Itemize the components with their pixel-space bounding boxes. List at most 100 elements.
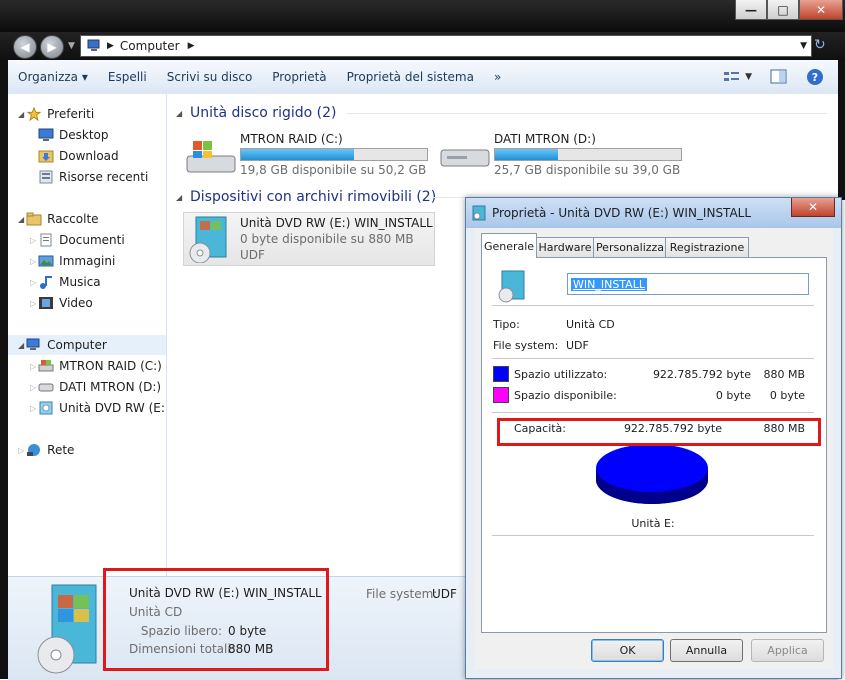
nav-item-drive-d[interactable]: ▷ DATI MTRON (D:) (30, 377, 161, 397)
dialog-close-button[interactable]: ✕ (791, 198, 835, 217)
minimize-button[interactable]: — (735, 0, 767, 20)
properties-button[interactable]: Proprietà (262, 70, 336, 84)
tab-generale[interactable]: Generale (481, 233, 537, 258)
volume-label-text: WIN_INSTALL (571, 277, 647, 291)
close-button[interactable]: ✕ (799, 0, 843, 20)
details-fs-label: File system: (366, 587, 438, 601)
more-commands-button[interactable]: » (484, 70, 511, 84)
drive-file-system: UDF (240, 248, 265, 262)
used-space-label: Spazio utilizzato: (514, 368, 608, 381)
free-space-size: 0 byte (769, 389, 805, 402)
tab-hardware[interactable]: Hardware (535, 237, 595, 257)
view-dropdown-icon[interactable]: ▼ (745, 72, 752, 82)
cancel-button[interactable]: Annulla (670, 639, 743, 662)
volume-label-input[interactable]: WIN_INSTALL (567, 273, 809, 295)
separator (492, 305, 814, 306)
group-header-hard-drives[interactable]: Unità disco rigido (2) (190, 105, 336, 121)
type-label: Tipo: (493, 318, 520, 331)
highlight-box-details (103, 568, 329, 671)
title-bar (0, 0, 845, 32)
used-space-size: 880 MB (763, 368, 805, 381)
recent-pages-dropdown[interactable]: ▼ (68, 41, 75, 51)
music-icon (40, 276, 53, 289)
system-properties-button[interactable]: Proprietà del sistema (337, 70, 484, 84)
video-icon (39, 297, 54, 309)
highlight-box-capacity (497, 418, 821, 446)
nav-label: Computer (47, 338, 107, 352)
nav-item-music[interactable]: ▷ Musica (30, 272, 101, 292)
help-icon[interactable]: ? (806, 68, 824, 86)
preview-pane-icon[interactable] (770, 69, 788, 85)
view-options-icon[interactable] (723, 70, 741, 84)
nav-label: Desktop (59, 128, 109, 142)
caption-buttons: — □ ✕ (735, 0, 843, 20)
nav-label: Download (59, 149, 119, 163)
nav-item-drive-c[interactable]: ▷ MTRON RAID (C:) (30, 356, 162, 376)
free-space-swatch (493, 387, 509, 403)
drive-item-e[interactable]: Unità DVD RW (E:) WIN_INSTALL 0 byte dis… (183, 212, 435, 266)
refresh-icon[interactable]: ↻ (814, 37, 826, 53)
dvd-drive-icon (472, 205, 486, 221)
nav-label: Musica (59, 275, 101, 289)
system-drive-icon (38, 360, 54, 372)
breadcrumb-separator: ▶ (107, 41, 114, 51)
nav-computer[interactable]: ◢ Computer (8, 335, 166, 355)
group-divider (347, 113, 827, 114)
eject-button[interactable]: Espelli (98, 70, 157, 84)
drive-name: MTRON RAID (C:) (240, 132, 343, 146)
dialog-title: Proprietà - Unità DVD RW (E:) WIN_INSTAL… (492, 206, 752, 220)
nav-item-pictures[interactable]: ▷ Immagini (30, 251, 115, 271)
drive-item-c[interactable]: MTRON RAID (C:) 19,8 GB disponibile su 5… (185, 132, 435, 178)
breadcrumb-computer[interactable]: Computer (120, 39, 180, 53)
nav-libraries[interactable]: ◢ Raccolte (18, 209, 99, 229)
nav-item-download[interactable]: Download (38, 146, 119, 166)
used-space-bytes: 922.785.792 byte (652, 368, 751, 381)
nav-item-desktop[interactable]: Desktop (38, 125, 109, 145)
hard-drive-icon (38, 383, 54, 392)
tab-personalizza[interactable]: Personalizza (593, 237, 667, 257)
nav-item-recent[interactable]: Risorse recenti (38, 167, 148, 187)
nav-item-documents[interactable]: ▷ Documenti (30, 230, 125, 250)
chevron-down-icon: ▾ (81, 70, 88, 84)
window-frame-right (838, 60, 845, 200)
collapse-group-icon[interactable]: ◢ (176, 193, 182, 202)
dialog-title-bar: Proprietà - Unità DVD RW (E:) WIN_INSTAL… (466, 198, 841, 228)
drive-item-d[interactable]: DATI MTRON (D:) 25,7 GB disponibile su 3… (439, 132, 689, 178)
nav-favorites[interactable]: ◢ Preferiti (18, 104, 94, 124)
drive-free-space: 25,7 GB disponibile su 39,0 GB (494, 163, 681, 177)
star-icon (26, 107, 42, 121)
fs-value: UDF (566, 339, 589, 352)
pie-used-slice (596, 444, 708, 492)
nav-label: Preferiti (47, 107, 95, 121)
free-space-bytes: 0 byte (715, 389, 751, 402)
maximize-button[interactable]: □ (767, 0, 799, 20)
command-bar: Organizza ▾ Espelli Scrivi su disco Prop… (8, 60, 838, 95)
ok-button[interactable]: OK (591, 639, 664, 662)
dvd-drive-icon (37, 584, 97, 674)
download-folder-icon (38, 150, 54, 163)
collapse-group-icon[interactable]: ◢ (176, 109, 182, 118)
forward-button[interactable]: ▶ (40, 35, 64, 59)
type-value: Unità CD (566, 318, 615, 331)
drive-free-space: 0 byte disponibile su 880 MB (240, 232, 414, 246)
group-header-removable[interactable]: Dispositivi con archivi rimovibili (2) (190, 189, 436, 205)
network-icon (27, 444, 41, 456)
separator (492, 412, 814, 413)
apply-button[interactable]: Applica (751, 639, 824, 662)
address-dropdown-icon[interactable]: ▼ (800, 41, 807, 51)
nav-item-video[interactable]: ▷ Video (30, 293, 93, 313)
organize-menu[interactable]: Organizza ▾ (8, 70, 98, 84)
tab-registrazione[interactable]: Registrazione (665, 237, 749, 257)
details-fs-value: UDF (432, 587, 457, 601)
drive-usage-bar (494, 148, 682, 161)
back-button[interactable]: ◀ (13, 35, 37, 59)
window-frame-left (0, 60, 8, 679)
nav-label: Unità DVD RW (E:) W (59, 401, 166, 415)
nav-item-drive-e[interactable]: ▷ Unità DVD RW (E:) W (30, 398, 166, 418)
desktop-icon (38, 128, 54, 141)
address-bar[interactable]: ▶ Computer ▶ ▼ (80, 35, 812, 57)
burn-button[interactable]: Scrivi su disco (157, 70, 263, 84)
navigation-pane: ◢ Preferiti Desktop Download Risorse rec… (8, 94, 167, 576)
nav-network[interactable]: ▷ Rete (18, 440, 74, 460)
computer-icon (26, 338, 40, 350)
